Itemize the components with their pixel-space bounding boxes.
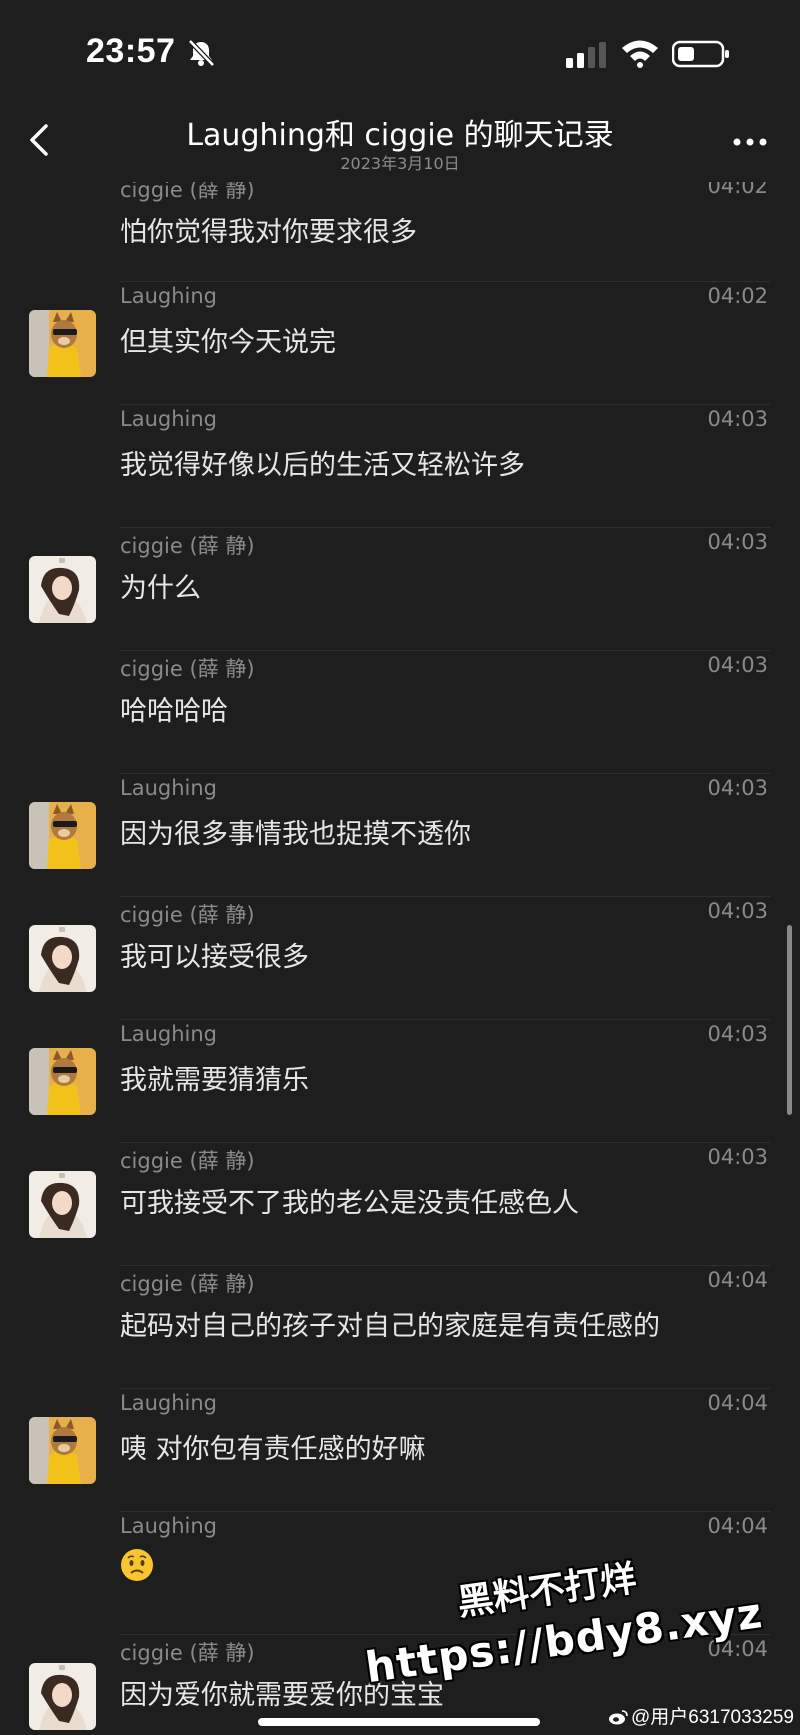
message-text: 怕你觉得我对你要求很多 — [120, 217, 417, 248]
message-time: 04:04 — [707, 1391, 768, 1415]
message-time: 04:02 — [707, 182, 768, 198]
message-sender: ciggie (薛 静) — [120, 1641, 255, 1665]
message-sender: ciggie (薛 静) — [120, 182, 255, 202]
laughing-avatar[interactable] — [29, 802, 96, 869]
message-item[interactable]: ciggie (薛 静) 04:03 我可以接受很多 — [0, 897, 800, 1020]
message-item[interactable]: ciggie (薛 静) 04:03 为什么 — [0, 528, 800, 651]
message-time: 04:03 — [707, 899, 768, 923]
laughing-avatar[interactable] — [29, 1417, 96, 1484]
chat-history-date: 2023年3月10日 — [340, 154, 460, 173]
home-indicator[interactable] — [258, 1718, 540, 1726]
weibo-icon — [609, 1710, 628, 1725]
message-item[interactable]: Laughing 04:04 咦 对你包有责任感的好嘛 — [0, 1389, 800, 1512]
battery-icon — [672, 40, 729, 68]
message-sender: Laughing — [120, 407, 217, 431]
message-sender: Laughing — [120, 1514, 217, 1538]
message-time: 04:03 — [707, 1145, 768, 1169]
message-text: 我觉得好像以后的生活又轻松许多 — [120, 450, 525, 481]
message-sender: ciggie (薛 静) — [120, 1272, 255, 1296]
ciggie-avatar[interactable] — [29, 925, 96, 992]
laughing-avatar[interactable] — [29, 1048, 96, 1115]
message-text: 咦 对你包有责任感的好嘛 — [120, 1434, 426, 1465]
message-sender: ciggie (薛 静) — [120, 903, 255, 927]
message-item[interactable]: Laughing 04:03 因为很多事情我也捉摸不透你 — [0, 774, 800, 897]
laughing-avatar[interactable] — [29, 310, 96, 377]
status-time: 23:57 — [86, 32, 176, 70]
message-item[interactable]: Laughing 04:03 我觉得好像以后的生活又轻松许多 — [0, 405, 800, 528]
message-sender: ciggie (薛 静) — [120, 1149, 255, 1173]
message-time: 04:02 — [707, 284, 768, 308]
message-text: 起码对自己的孩子对自己的家庭是有责任感的 — [120, 1311, 660, 1342]
chat-history-title: Laughing和 ciggie 的聊天记录 — [186, 118, 614, 153]
message-item[interactable]: Laughing 04:03 我就需要猜猜乐 — [0, 1020, 800, 1143]
nav-bar: Laughing和 ciggie 的聊天记录 2023年3月10日 — [0, 100, 800, 182]
message-time: 04:04 — [707, 1268, 768, 1292]
message-text: 我可以接受很多 — [120, 942, 309, 973]
message-time: 04:03 — [707, 776, 768, 800]
message-item[interactable]: ciggie (薛 静) 04:03 可我接受不了我的老公是没责任感色人 — [0, 1143, 800, 1266]
message-time: 04:03 — [707, 407, 768, 431]
status-bar: 23:57 — [0, 0, 800, 100]
message-item[interactable]: ciggie (薛 静) 04:02 怕你觉得我对你要求很多 — [0, 182, 800, 282]
message-item[interactable]: Laughing 04:02 但其实你今天说完 — [0, 282, 800, 405]
message-text: 因为很多事情我也捉摸不透你 — [120, 819, 471, 850]
message-item[interactable]: ciggie (薛 静) 04:04 起码对自己的孩子对自己的家庭是有责任感的 — [0, 1266, 800, 1389]
cellular-signal-icon — [566, 42, 606, 68]
credit-text: @用户6317033259 — [631, 1707, 794, 1728]
ciggie-avatar[interactable] — [29, 556, 96, 623]
message-text: 但其实你今天说完 — [120, 327, 336, 358]
more-options-icon[interactable] — [730, 122, 770, 162]
message-sender: Laughing — [120, 776, 217, 800]
bell-off-icon — [188, 39, 215, 67]
message-item[interactable]: ciggie (薛 静) 04:03 哈哈哈哈 — [0, 651, 800, 774]
message-sender: Laughing — [120, 1391, 217, 1415]
message-sender: ciggie (薛 静) — [120, 657, 255, 681]
wifi-icon — [622, 40, 658, 68]
message-time: 04:03 — [707, 1022, 768, 1046]
weibo-credit: @用户6317033259 — [608, 1702, 794, 1729]
worried-face-emoji-icon — [121, 1549, 153, 1581]
message-list[interactable]: ciggie (薛 静) 04:02 怕你觉得我对你要求很多 Laughing … — [0, 182, 800, 1735]
message-text: 为什么 — [120, 573, 201, 604]
ciggie-avatar[interactable] — [29, 1171, 96, 1238]
message-text: 我就需要猜猜乐 — [120, 1065, 309, 1096]
message-time: 04:03 — [707, 653, 768, 677]
message-sender: Laughing — [120, 284, 217, 308]
ciggie-avatar[interactable] — [29, 1663, 96, 1730]
scroll-indicator[interactable] — [787, 925, 792, 1115]
message-text: 可我接受不了我的老公是没责任感色人 — [120, 1188, 579, 1219]
message-text: 哈哈哈哈 — [120, 696, 228, 727]
message-sender: Laughing — [120, 1022, 217, 1046]
message-time: 04:03 — [707, 530, 768, 554]
message-sender: ciggie (薛 静) — [120, 534, 255, 558]
